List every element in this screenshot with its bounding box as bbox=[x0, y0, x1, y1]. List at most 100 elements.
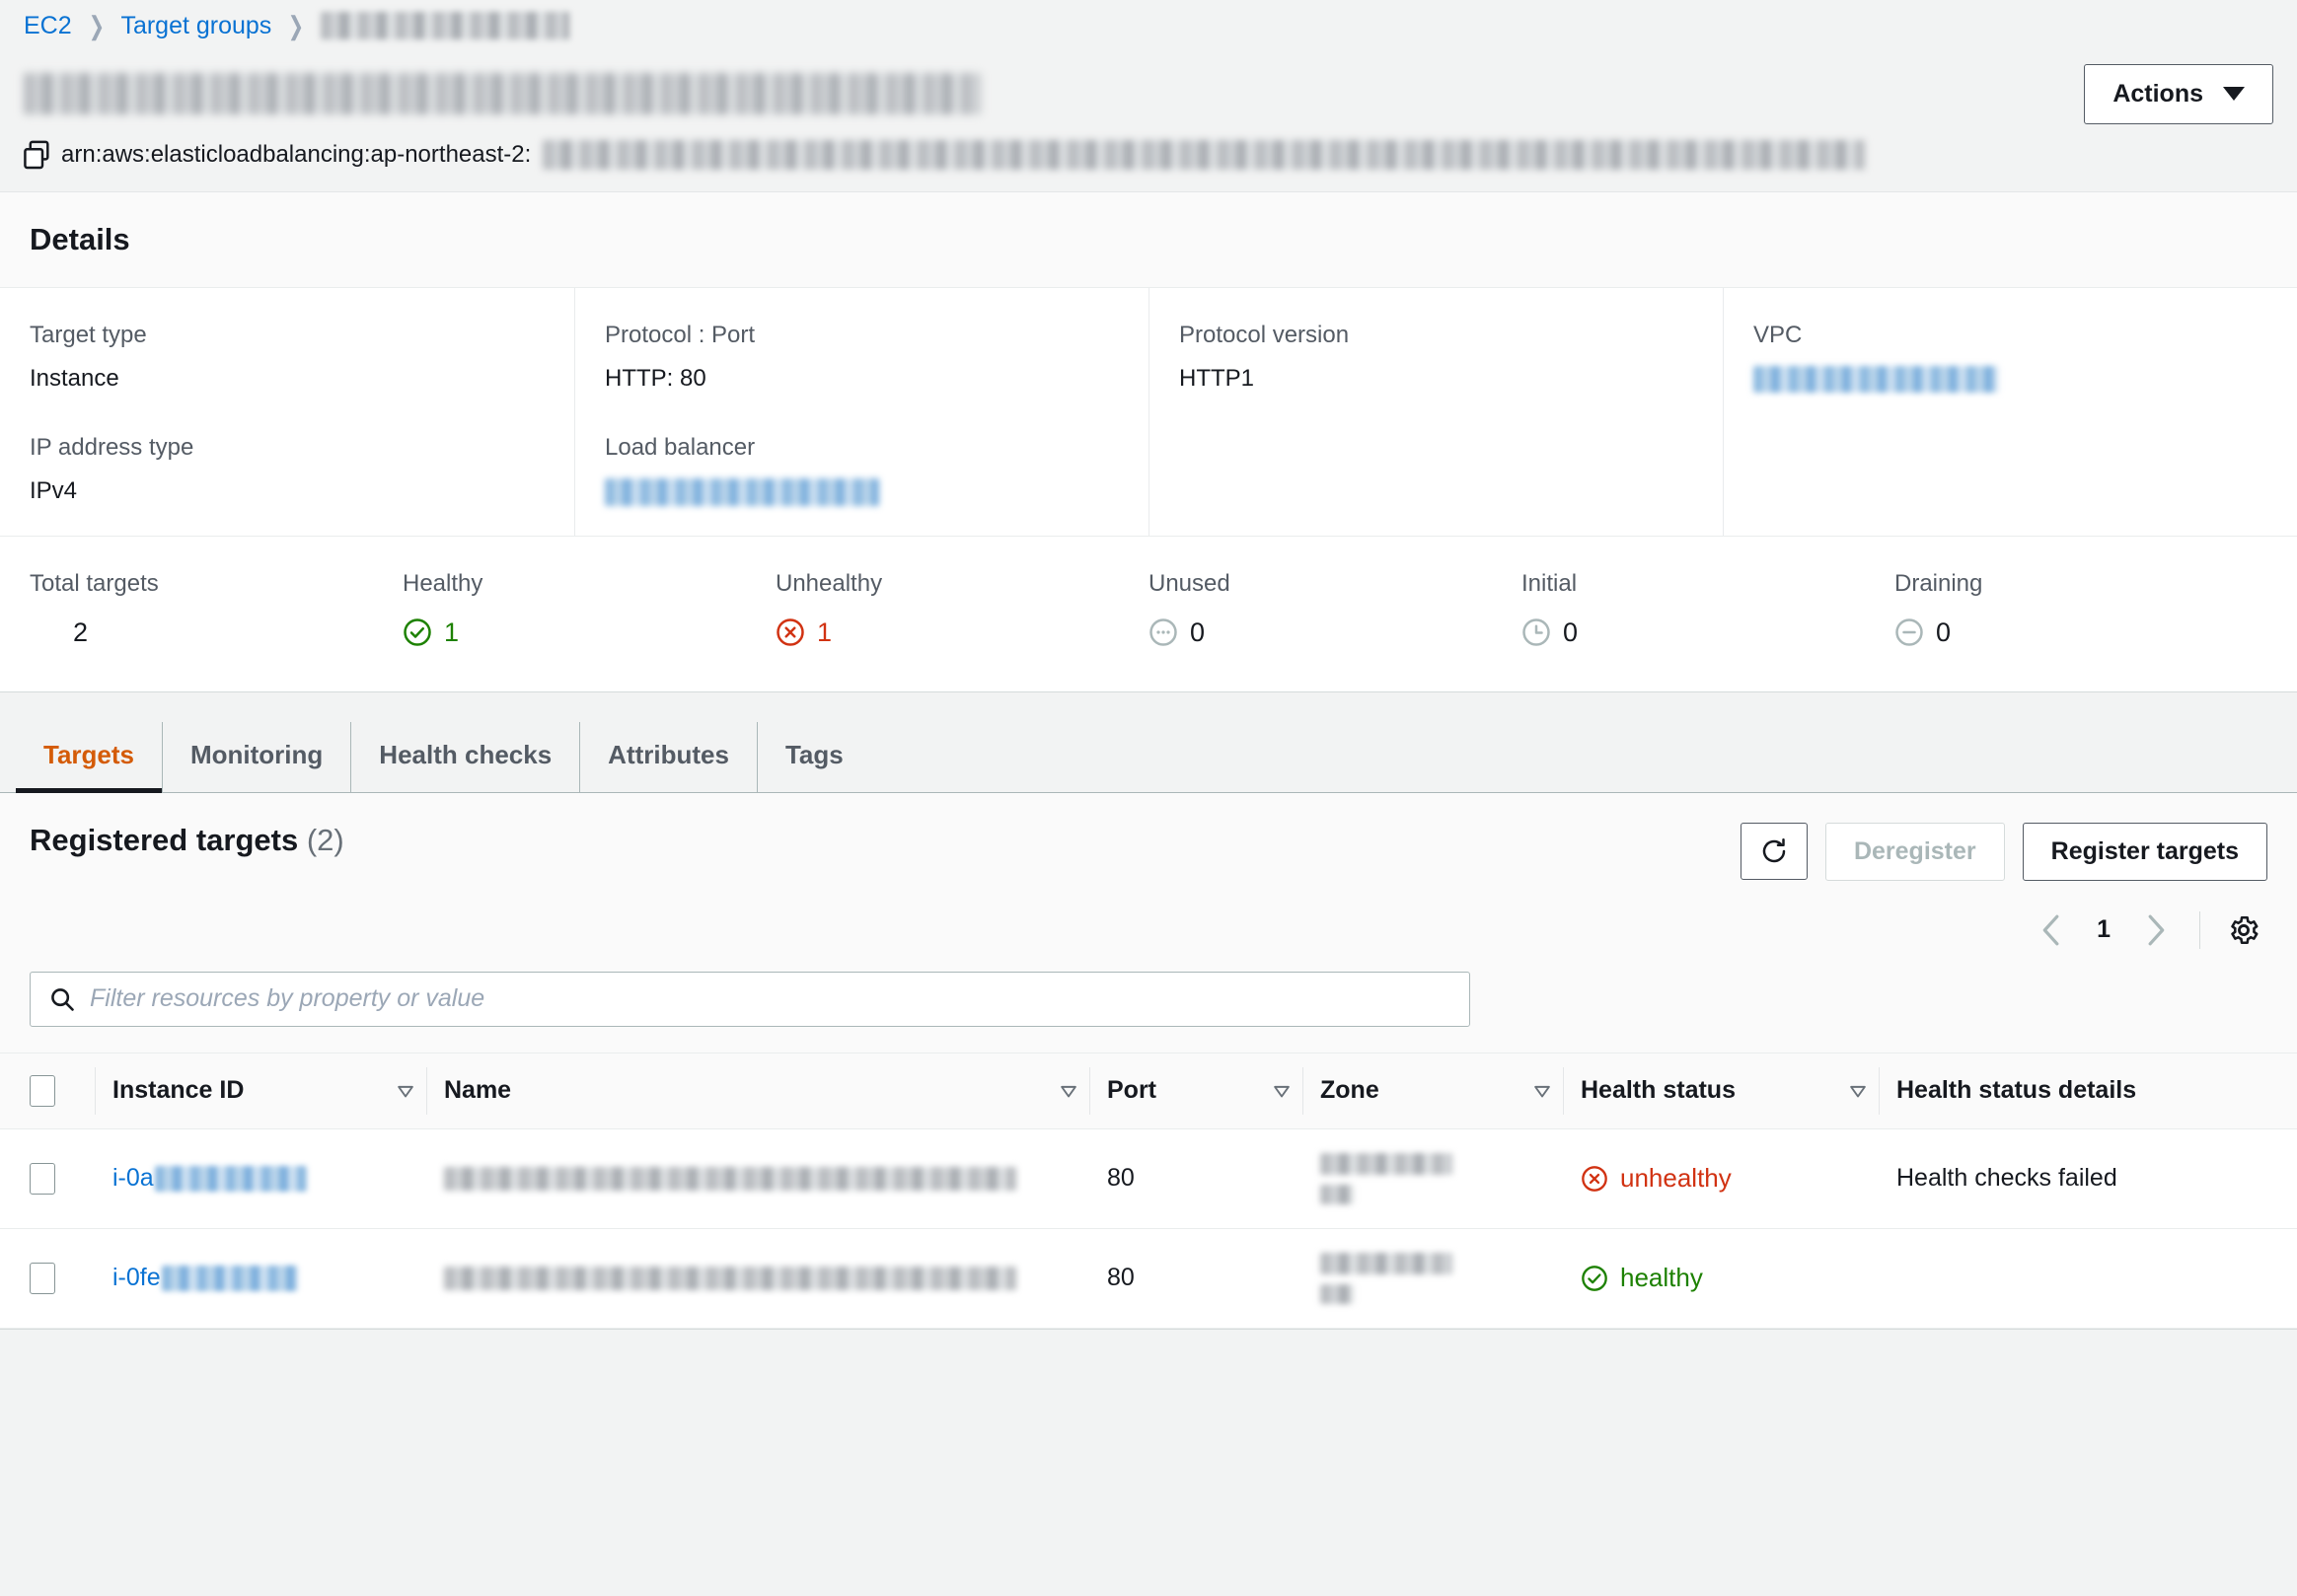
status-badge-label: healthy bbox=[1620, 1263, 1703, 1293]
select-all-checkbox[interactable] bbox=[30, 1074, 55, 1107]
detail-label: Protocol version bbox=[1179, 322, 1350, 348]
stat-initial: Initial 0 bbox=[1521, 570, 1894, 648]
zone-redacted-line-1 bbox=[1320, 1152, 1452, 1175]
name-redacted bbox=[444, 1166, 1016, 1191]
stat-label: Initial bbox=[1521, 569, 1578, 597]
cell-instance-id: i-0a bbox=[95, 1128, 426, 1229]
tab-targets[interactable]: Targets bbox=[16, 722, 162, 793]
breadcrumb-item-current-redacted[interactable] bbox=[321, 12, 570, 39]
stat-value: 0 bbox=[1190, 617, 1206, 647]
pagination-prev-button[interactable] bbox=[2028, 907, 2075, 954]
table-preferences-button[interactable] bbox=[2220, 907, 2267, 954]
actions-button[interactable]: Actions bbox=[2084, 63, 2273, 124]
arn-row: arn:aws:elasticloadbalancing:ap-northeas… bbox=[0, 126, 2297, 191]
instance-id-link[interactable]: i-0a bbox=[112, 1164, 416, 1193]
detail-field-target-type: Target type Instance bbox=[30, 322, 545, 393]
refresh-button[interactable] bbox=[1740, 823, 1808, 881]
column-header-zone[interactable]: Zone bbox=[1302, 1052, 1563, 1129]
stat-healthy: Healthy 1 bbox=[403, 570, 776, 648]
zone-redacted-line-2 bbox=[1320, 1283, 1354, 1304]
stat-value: 2 bbox=[73, 617, 89, 647]
arn-text: arn:aws:elasticloadbalancing:ap-northeas… bbox=[61, 141, 532, 168]
row-checkbox[interactable] bbox=[30, 1162, 55, 1195]
tab-health-checks[interactable]: Health checks bbox=[350, 721, 579, 792]
cell-health-status: healthy bbox=[1563, 1228, 1879, 1329]
details-column-4: VPC bbox=[1723, 288, 2297, 536]
search-icon bbox=[51, 987, 74, 1011]
detail-label: VPC bbox=[1753, 322, 1803, 348]
row-checkbox[interactable] bbox=[30, 1262, 55, 1294]
actions-button-label: Actions bbox=[2112, 79, 2203, 108]
detail-value: HTTP1 bbox=[1179, 365, 1255, 392]
detail-value: IPv4 bbox=[30, 477, 78, 504]
instance-id-redacted bbox=[161, 1265, 298, 1291]
registered-targets-title-text: Registered targets bbox=[30, 822, 299, 857]
column-header-port[interactable]: Port bbox=[1089, 1052, 1302, 1129]
pagination-current-page[interactable]: 1 bbox=[2081, 915, 2126, 944]
instance-id-text: i-0a bbox=[112, 1164, 154, 1193]
breadcrumb-item-ec2[interactable]: EC2 bbox=[24, 12, 72, 40]
load-balancer-link-redacted[interactable] bbox=[605, 477, 879, 506]
table-row: i-0fe 80 healthy bbox=[0, 1228, 2297, 1329]
sort-descending-icon bbox=[1274, 1085, 1290, 1098]
target-health-summary: Total targets 2 Healthy 1 Unhealthy 1 Un… bbox=[0, 535, 2297, 691]
registered-targets-title: Registered targets (2) bbox=[30, 823, 344, 858]
cell-name bbox=[426, 1128, 1089, 1229]
column-header-label: Zone bbox=[1320, 1076, 1379, 1105]
row-select-cell bbox=[0, 1228, 95, 1329]
search-box[interactable] bbox=[30, 971, 1470, 1027]
search-input[interactable] bbox=[90, 984, 1451, 1014]
tab-tags[interactable]: Tags bbox=[756, 721, 871, 792]
column-header-health-status[interactable]: Health status bbox=[1563, 1052, 1879, 1129]
detail-value: HTTP: 80 bbox=[605, 365, 706, 392]
breadcrumb-item-target-groups[interactable]: Target groups bbox=[120, 12, 271, 40]
stat-label: Healthy bbox=[403, 569, 483, 597]
stat-label: Unused bbox=[1148, 569, 1230, 597]
column-header-label: Health status details bbox=[1896, 1076, 2137, 1105]
column-header-instance-id[interactable]: Instance ID bbox=[95, 1052, 426, 1129]
stat-label: Unhealthy bbox=[776, 569, 883, 597]
pagination-next-button[interactable] bbox=[2132, 907, 2180, 954]
details-card: Details Target type Instance IP address … bbox=[0, 191, 2297, 692]
zone-redacted-line-2 bbox=[1320, 1184, 1354, 1204]
ellipsis-circle-icon bbox=[1149, 618, 1177, 646]
breadcrumb-separator-icon: ❯ bbox=[288, 10, 305, 40]
error-circle-icon bbox=[777, 618, 804, 646]
zone-redacted-line-1 bbox=[1320, 1252, 1452, 1274]
copy-icon[interactable] bbox=[24, 140, 49, 170]
pagination: 1 bbox=[2028, 907, 2267, 954]
tab-attributes[interactable]: Attributes bbox=[579, 721, 757, 792]
column-header-health-status-details: Health status details bbox=[1879, 1052, 2297, 1129]
stat-unhealthy: Unhealthy 1 bbox=[776, 570, 1148, 648]
cell-port: 80 bbox=[1089, 1128, 1302, 1229]
stat-unused: Unused 0 bbox=[1148, 570, 1521, 648]
gear-icon bbox=[2231, 915, 2259, 944]
arn-suffix-redacted bbox=[543, 140, 1866, 170]
chevron-down-icon bbox=[2223, 87, 2245, 101]
register-targets-button[interactable]: Register targets bbox=[2022, 822, 2267, 881]
instance-id-redacted bbox=[154, 1165, 307, 1192]
clock-circle-icon bbox=[1522, 618, 1550, 646]
deregister-button[interactable]: Deregister bbox=[1824, 822, 2005, 881]
table-header: Instance ID Name Port Zone Health status… bbox=[0, 1052, 2297, 1129]
detail-value: Instance bbox=[30, 365, 119, 392]
details-column-3: Protocol version HTTP1 bbox=[1148, 288, 1723, 536]
cell-zone bbox=[1302, 1128, 1563, 1229]
stat-draining: Draining 0 bbox=[1894, 570, 2267, 648]
pagination-divider bbox=[2199, 910, 2200, 949]
vpc-link-redacted[interactable] bbox=[1753, 366, 1998, 394]
registered-targets-count: (2) bbox=[306, 822, 344, 857]
detail-field-ip-address-type: IP address type IPv4 bbox=[30, 434, 545, 505]
cell-name bbox=[426, 1228, 1089, 1329]
sort-descending-icon bbox=[398, 1085, 413, 1098]
stat-label: Draining bbox=[1894, 569, 1983, 597]
column-header-label: Health status bbox=[1581, 1076, 1736, 1105]
detail-field-protocol-version: Protocol version HTTP1 bbox=[1179, 322, 1693, 393]
tab-monitoring[interactable]: Monitoring bbox=[162, 721, 350, 792]
tabs-container: Targets Monitoring Health checks Attribu… bbox=[0, 691, 2297, 793]
instance-id-link[interactable]: i-0fe bbox=[112, 1264, 416, 1292]
column-header-name[interactable]: Name bbox=[426, 1052, 1089, 1129]
tab-label: Tags bbox=[784, 739, 844, 769]
details-column-1: Target type Instance IP address type IPv… bbox=[0, 288, 574, 536]
registered-targets-panel: Registered targets (2) Deregister Regist… bbox=[0, 792, 2297, 1330]
